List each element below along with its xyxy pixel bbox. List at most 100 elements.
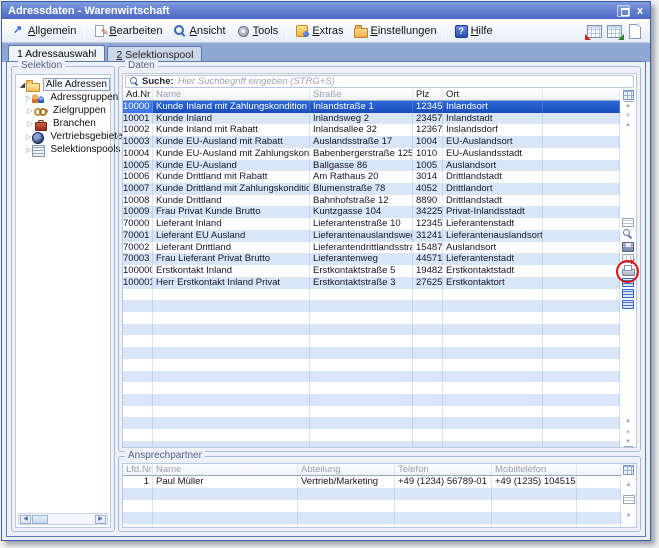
column-header[interactable]: Plz (413, 89, 443, 100)
table-cell (153, 394, 310, 406)
new-document-icon[interactable] (627, 24, 642, 38)
expand-icon[interactable]: + (624, 428, 633, 437)
scroll-right-icon[interactable]: ▶ (95, 515, 106, 524)
table-row[interactable]: 10002Kunde Inland mit RabattInlandsallee… (123, 124, 620, 136)
tree-item-label: Branchen (51, 118, 98, 129)
table-row-empty[interactable] (123, 394, 620, 406)
menu-item-hilfe[interactable]: Hilfe (449, 22, 498, 39)
table-row-empty[interactable] (123, 488, 621, 500)
table-row[interactable]: 10000Kunde Inland mit Zahlungskondition … (123, 101, 620, 113)
table-row-empty[interactable] (123, 441, 620, 447)
scroll-top-icon[interactable]: ▲ (624, 101, 633, 110)
column-header[interactable]: Mobiltelefon (492, 464, 577, 475)
table-row[interactable]: 10001Kunde InlandInlandsweg 223457Inland… (123, 113, 620, 125)
tree-item-alle-adressen[interactable]: ◢Alle Adressen (16, 78, 110, 91)
column-header[interactable]: Name (153, 464, 298, 475)
table-row[interactable]: 100000Erstkontakt InlandErstkontaktstraß… (123, 265, 620, 277)
column-header[interactable]: Straße (310, 89, 413, 100)
table-row[interactable]: 10004Kunde EU-Ausland mit Zahlungskondti… (123, 148, 620, 160)
table-row[interactable]: 70000Lieferant InlandLieferantenstraße 1… (123, 218, 620, 230)
column-header[interactable]: Abteilung (298, 464, 395, 475)
scroll-up-icon[interactable]: ▲ (624, 121, 633, 130)
expander-icon[interactable]: ▷ (26, 120, 34, 128)
print-icon[interactable] (622, 265, 634, 276)
help-icon (454, 24, 468, 37)
list-view-2-icon[interactable] (622, 289, 634, 298)
scroll-down-icon[interactable]: ▼ (624, 512, 633, 521)
column-header[interactable]: Telefon (395, 464, 492, 475)
table-row-empty[interactable] (123, 289, 620, 301)
tree-item-branchen[interactable]: ▷ Branchen (16, 117, 110, 130)
delete-table-icon[interactable] (622, 254, 634, 263)
column-header[interactable]: Lfd.Nr. (123, 464, 153, 475)
restore-icon[interactable] (617, 5, 630, 17)
card-view-icon[interactable] (622, 218, 634, 227)
menu-item-ansicht[interactable]: Ansicht (168, 22, 231, 39)
menu-item-allgemein[interactable]: Allgemein (6, 22, 81, 39)
table-row-empty[interactable] (123, 382, 620, 394)
close-icon[interactable]: x (634, 5, 646, 17)
tree-item-adressgruppen[interactable]: ▷Adressgruppen (16, 91, 110, 104)
table-row[interactable]: 100001Herr Erstkontakt Inland PrivatErst… (123, 277, 620, 289)
table-row-empty[interactable] (123, 300, 620, 312)
table-row[interactable]: 10006Kunde Drittland mit RabattAm Rathau… (123, 171, 620, 183)
scrollbar-thumb[interactable] (32, 515, 48, 524)
column-header[interactable]: Ad.Nr▼ (123, 89, 153, 100)
table-import-icon[interactable] (587, 24, 602, 38)
table-cell: 1 (123, 476, 153, 488)
zoom-icon[interactable] (622, 229, 634, 240)
save-icon[interactable] (622, 242, 634, 252)
scroll-bottom-icon[interactable]: ▼ (624, 438, 633, 447)
horizontal-scrollbar[interactable]: ◀ ▶ (18, 513, 108, 525)
table-row-empty[interactable] (123, 312, 620, 324)
menu-item-extras[interactable]: Extras (290, 22, 348, 39)
table-row-empty[interactable] (123, 324, 620, 336)
list-view-3-icon[interactable] (622, 300, 634, 309)
table-row-empty[interactable] (123, 500, 621, 512)
search-input[interactable]: Suche: Hier Suchbegriff eingeben (STRG+S… (125, 75, 634, 88)
column-chooser-icon[interactable] (623, 465, 634, 475)
menu-item-bearbeiten[interactable]: Bearbeiten (88, 23, 167, 39)
table-export-icon[interactable] (607, 24, 622, 38)
table-cell: Kunde EU-Ausland mit Zahlungskondtionen (153, 148, 310, 160)
table-row[interactable]: 10007Kunde Drittland mit Zahlungskonditi… (123, 183, 620, 195)
tree-item-selektionspools[interactable]: ▷Selektionspools (16, 143, 110, 156)
table-row-empty[interactable] (123, 347, 620, 359)
table-row[interactable]: 70001Lieferant EU AuslandLieferantenausl… (123, 230, 620, 242)
tree-item-vertriebsgebiete[interactable]: ▷Vertriebsgebiete (16, 130, 110, 143)
table-row[interactable]: 10003Kunde EU-Ausland mit RabattAuslands… (123, 136, 620, 148)
table-row-empty[interactable] (123, 512, 621, 524)
table-row[interactable]: 1Paul MüllerVertrieb/Marketing+49 (1234)… (123, 476, 621, 488)
scroll-down-icon[interactable]: ▼ (624, 418, 633, 427)
table-row-empty[interactable] (123, 406, 620, 418)
expand-icon[interactable]: + (624, 111, 633, 120)
scroll-up-icon[interactable]: ▲ (624, 481, 633, 490)
card-view-icon[interactable] (623, 495, 635, 504)
table-cell (123, 500, 153, 512)
table-row[interactable]: 10009Frau Privat Kunde BruttoKuntzgasse … (123, 206, 620, 218)
column-chooser-icon[interactable] (623, 90, 634, 100)
table-row-empty[interactable] (123, 524, 621, 527)
expander-open-icon[interactable]: ◢ (19, 81, 26, 89)
table-cell-empty (543, 124, 620, 136)
menu-item-tools[interactable]: Tools (231, 22, 284, 39)
table-row-empty[interactable] (123, 371, 620, 383)
column-header[interactable]: Name (153, 89, 310, 100)
table-row[interactable]: 70002Lieferant DrittlandLieferantendritt… (123, 242, 620, 254)
table-row[interactable]: 10008Kunde DrittlandBahnhofstraße 128890… (123, 195, 620, 207)
table-cell (413, 371, 443, 383)
list-view-1-icon[interactable] (622, 278, 634, 287)
menu-item-einstellungen[interactable]: Einstellungen (349, 22, 442, 39)
scroll-left-icon[interactable]: ◀ (20, 515, 31, 524)
table-row[interactable]: 10005Kunde EU-AuslandBallgasse 861005Aus… (123, 160, 620, 172)
expander-icon[interactable]: ▷ (26, 107, 34, 115)
table-cell (123, 394, 153, 406)
tree-item-zielgruppen[interactable]: ▷Zielgruppen (16, 104, 110, 117)
table-row-empty[interactable] (123, 417, 620, 429)
column-header[interactable]: Ort (443, 89, 543, 100)
table-row-empty[interactable] (123, 429, 620, 441)
table-row[interactable]: 70003Frau Lieferant Privat BruttoLiefera… (123, 253, 620, 265)
table-row-empty[interactable] (123, 359, 620, 371)
table-cell (310, 300, 413, 312)
table-row-empty[interactable] (123, 335, 620, 347)
